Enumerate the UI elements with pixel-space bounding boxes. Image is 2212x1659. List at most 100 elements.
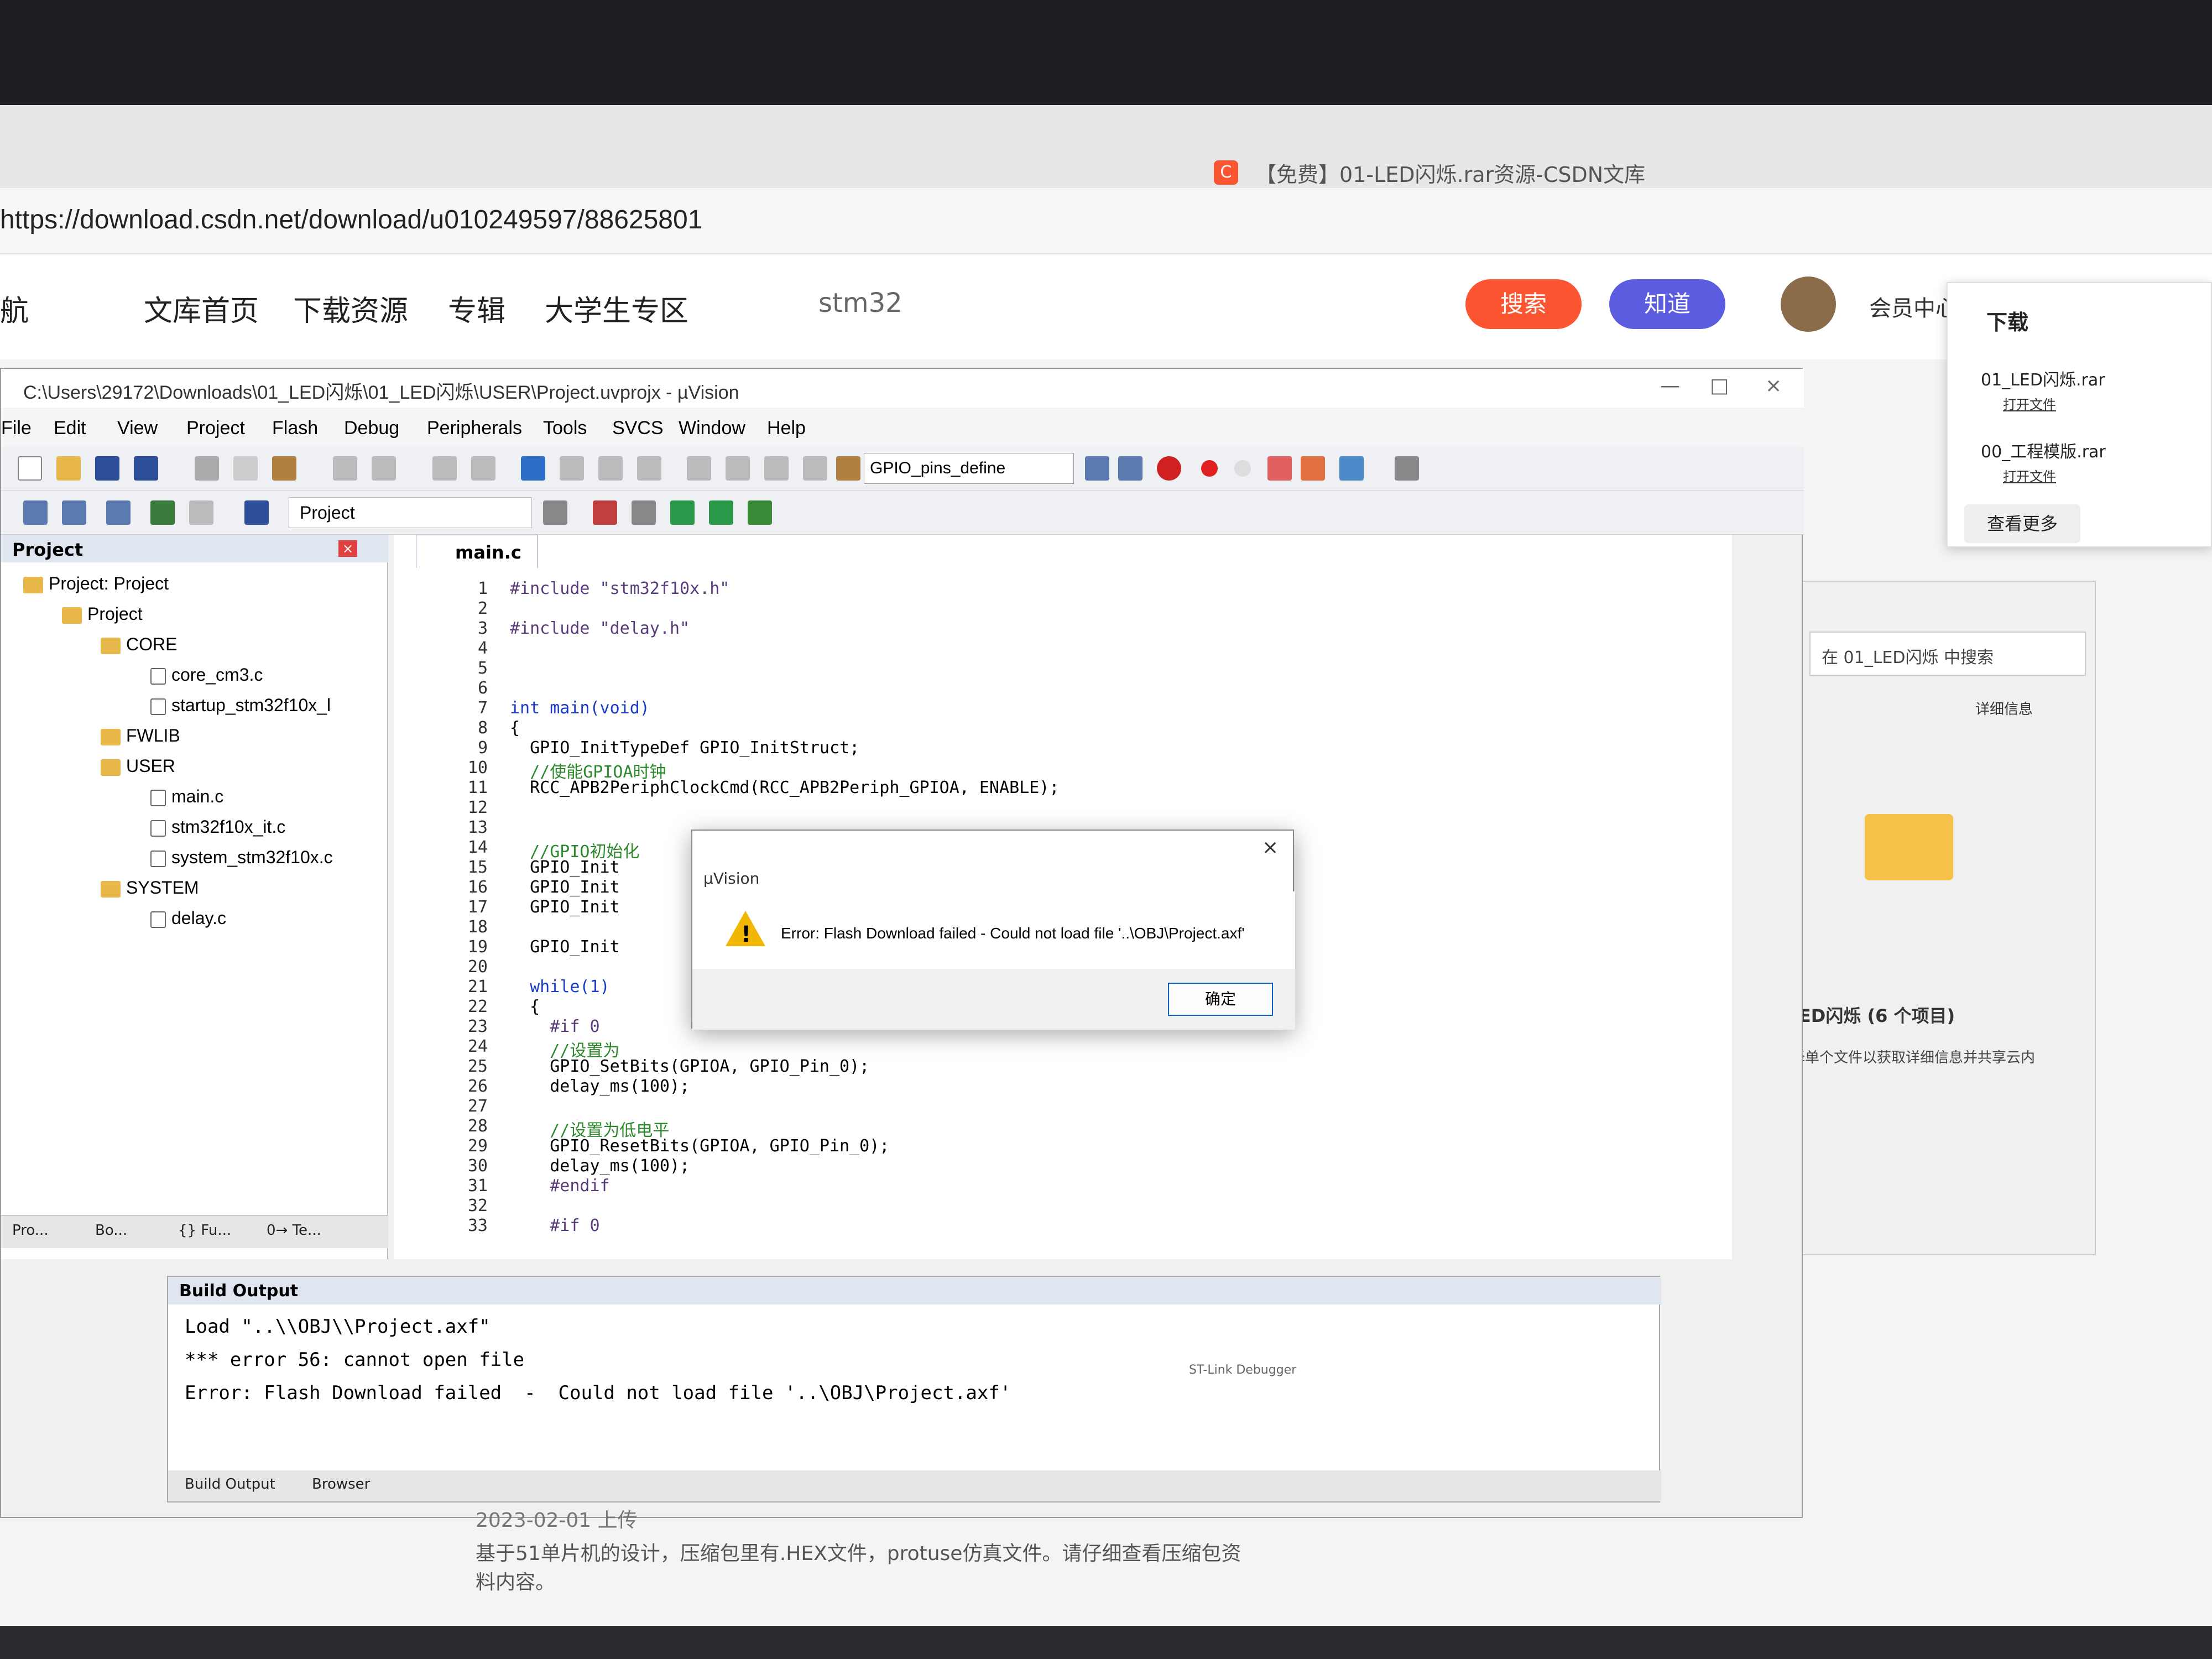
code-line[interactable]: GPIO_Init — [510, 878, 620, 897]
rebuild-icon[interactable] — [106, 500, 131, 525]
build-icon[interactable] — [62, 500, 86, 525]
redo-icon[interactable] — [372, 456, 396, 481]
next-bookmark-icon[interactable] — [598, 456, 623, 481]
code-line[interactable]: RCC_APB2PeriphClockCmd(RCC_APB2Periph_GP… — [510, 778, 1059, 797]
debug-session-icon[interactable] — [1157, 456, 1181, 481]
code-line[interactable]: #if 0 — [510, 1017, 599, 1036]
find-combo[interactable]: GPIO_pins_define — [864, 453, 1074, 484]
tab-project[interactable]: Pro... — [12, 1222, 49, 1239]
comment-icon[interactable] — [764, 456, 789, 481]
search-keyword[interactable]: stm32 — [818, 288, 902, 319]
undo-icon[interactable] — [333, 456, 357, 481]
tab-functions[interactable]: {} Fu... — [178, 1222, 231, 1239]
nav-forward-icon[interactable] — [471, 456, 495, 481]
find-icon[interactable] — [1085, 456, 1109, 481]
breakpoint-icon[interactable] — [1201, 460, 1218, 477]
stop-build-icon[interactable] — [189, 500, 213, 525]
explorer-search-input[interactable]: 在 01_LED闪烁 中搜索 — [1809, 632, 2086, 676]
tree-item-file[interactable]: main.c — [150, 786, 223, 807]
batch-build-icon[interactable] — [150, 500, 175, 525]
minimize-icon[interactable]: — — [1660, 374, 1680, 397]
tree-item-system[interactable]: SYSTEM — [101, 878, 199, 898]
tab-templates[interactable]: 0→ Te... — [267, 1222, 321, 1239]
tree-item-file[interactable]: startup_stm32f10x_l — [150, 695, 331, 716]
tree-item-file[interactable]: core_cm3.c — [150, 665, 263, 685]
member-center-link[interactable]: 会员中心 — [1869, 290, 1958, 322]
code-line[interactable]: #if 0 — [510, 1216, 599, 1235]
code-line[interactable]: int main(void) — [510, 698, 650, 718]
window-layout-icon[interactable] — [1339, 456, 1364, 481]
copy-icon[interactable] — [233, 456, 258, 481]
tree-item-user[interactable]: USER — [101, 756, 175, 776]
bookmark-icon[interactable] — [521, 456, 545, 481]
download-item[interactable]: 01_LED闪烁.rar — [1981, 366, 2105, 390]
nav-back-icon[interactable] — [432, 456, 457, 481]
tab-browser[interactable]: Browser — [312, 1476, 370, 1493]
code-line[interactable]: #include "stm32f10x.h" — [510, 579, 729, 598]
paste-icon[interactable] — [272, 456, 296, 481]
code-line[interactable]: delay_ms(100); — [510, 1156, 690, 1176]
open-file-link[interactable]: 打开文件 — [2003, 466, 2056, 485]
zhidao-button[interactable]: 知道 — [1609, 279, 1725, 329]
open-file-link[interactable]: 打开文件 — [2003, 394, 2056, 413]
select-packs-icon[interactable] — [632, 500, 656, 525]
save-all-icon[interactable] — [134, 456, 158, 481]
nav-item-students[interactable]: 大学生专区 — [545, 288, 688, 329]
tree-item-root[interactable]: Project: Project — [23, 573, 169, 594]
nav-item-downloads[interactable]: 下载资源 — [293, 288, 408, 329]
tab-main-c[interactable]: main.c — [416, 535, 538, 568]
tree-item-file[interactable]: system_stm32f10x.c — [150, 847, 333, 868]
tab-books[interactable]: Bo... — [95, 1222, 127, 1239]
unindent-icon[interactable] — [726, 456, 750, 481]
tab-build-output[interactable]: Build Output — [185, 1476, 275, 1493]
ok-button[interactable]: 确定 — [1168, 983, 1273, 1016]
menu-file[interactable]: File — [1, 418, 32, 439]
translate-icon[interactable] — [23, 500, 48, 525]
menu-tools[interactable]: Tools — [543, 418, 587, 439]
prev-bookmark-icon[interactable] — [560, 456, 584, 481]
menu-window[interactable]: Window — [679, 418, 745, 439]
code-line[interactable]: delay_ms(100); — [510, 1077, 690, 1096]
browser-tab-title[interactable]: 【免费】01-LED闪烁.rar资源-CSDN文库 — [1255, 158, 1645, 188]
uncomment-icon[interactable] — [803, 456, 827, 481]
download-item[interactable]: 00_工程模版.rar — [1981, 438, 2106, 462]
close-icon[interactable]: × — [338, 540, 357, 557]
event-recorder-icon[interactable] — [748, 500, 772, 525]
menu-view[interactable]: View — [117, 418, 158, 439]
tree-item-core[interactable]: CORE — [101, 634, 177, 655]
code-line[interactable]: { — [510, 718, 520, 738]
code-line[interactable]: #include "delay.h" — [510, 619, 690, 638]
nav-item-guide[interactable]: 航 — [0, 288, 29, 329]
cut-icon[interactable] — [195, 456, 219, 481]
code-line[interactable]: GPIO_Init — [510, 858, 620, 877]
details-button[interactable]: 详细信息 — [1975, 698, 2033, 718]
tree-item-file[interactable]: delay.c — [150, 908, 226, 928]
close-icon[interactable]: × — [1262, 836, 1279, 859]
nav-item-home[interactable]: 文库首页 — [144, 288, 259, 329]
configure-icon[interactable] — [1395, 456, 1419, 481]
see-more-button[interactable]: 查看更多 — [1964, 504, 2080, 543]
find-in-files-icon[interactable] — [836, 456, 860, 481]
maximize-icon[interactable]: □ — [1710, 374, 1729, 397]
avatar[interactable] — [1781, 276, 1836, 332]
code-line[interactable]: GPIO_ResetBits(GPIOA, GPIO_Pin_0); — [510, 1136, 889, 1156]
code-line[interactable]: GPIO_InitTypeDef GPIO_InitStruct; — [510, 738, 859, 758]
code-line[interactable]: #endif — [510, 1176, 609, 1196]
code-line[interactable]: while(1) — [510, 977, 610, 997]
incremental-find-icon[interactable] — [1118, 456, 1142, 481]
open-file-icon[interactable] — [56, 456, 81, 481]
disable-breakpoint-icon[interactable] — [1234, 460, 1251, 477]
pack-installer-icon[interactable] — [709, 500, 733, 525]
menu-peripherals[interactable]: Peripherals — [427, 418, 522, 439]
manage-rte-icon[interactable] — [670, 500, 695, 525]
address-bar[interactable]: https://download.csdn.net/download/u0102… — [0, 188, 2212, 254]
close-icon[interactable]: × — [1765, 374, 1782, 397]
target-options-icon[interactable] — [543, 500, 567, 525]
code-line[interactable]: GPIO_Init — [510, 898, 620, 917]
indent-icon[interactable] — [687, 456, 711, 481]
tree-item-project[interactable]: Project — [62, 604, 143, 624]
disable-all-breakpoints-icon[interactable] — [1267, 456, 1292, 481]
new-file-icon[interactable] — [18, 456, 42, 481]
code-line[interactable]: { — [510, 997, 540, 1016]
code-line[interactable]: GPIO_Init — [510, 937, 620, 957]
